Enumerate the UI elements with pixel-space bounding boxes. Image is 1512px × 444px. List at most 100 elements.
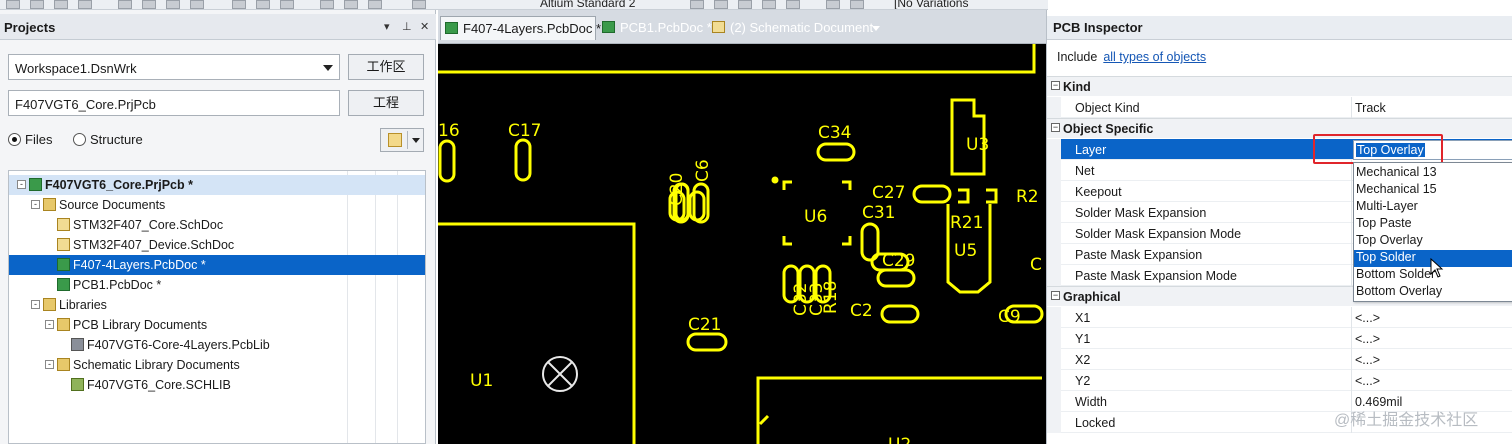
toolbar-icon[interactable] bbox=[412, 0, 426, 9]
row-gutter bbox=[1047, 160, 1061, 181]
collapse-icon[interactable]: − bbox=[1051, 123, 1060, 132]
tree-item-source-documents[interactable]: - Source Documents bbox=[9, 195, 425, 215]
tree-item-document[interactable]: PCB1.PcbDoc * bbox=[9, 275, 425, 295]
divider bbox=[1351, 202, 1352, 223]
layer-option[interactable]: Top Overlay bbox=[1354, 233, 1512, 250]
toolbar-icon[interactable] bbox=[368, 0, 382, 9]
pcb-icon bbox=[602, 21, 615, 33]
variant-combo[interactable]: Altium Standard 2 bbox=[540, 0, 635, 9]
toolbar-icon[interactable] bbox=[714, 0, 728, 9]
tree-item-label: STM32F407_Core.SchDoc bbox=[73, 218, 224, 232]
property-name: X2 bbox=[1075, 353, 1091, 367]
collapse-icon[interactable]: - bbox=[45, 360, 54, 369]
row-gutter bbox=[1047, 139, 1061, 160]
property-name: Width bbox=[1075, 395, 1107, 409]
pin-icon[interactable]: ⊥ bbox=[402, 20, 412, 33]
toolbar-icon[interactable] bbox=[280, 0, 294, 9]
row-gutter bbox=[1047, 181, 1061, 202]
designator-label: C6 bbox=[693, 159, 713, 182]
toolbar-icon[interactable] bbox=[166, 0, 180, 9]
layer-option[interactable]: Multi-Layer bbox=[1354, 199, 1512, 216]
layer-option[interactable]: Mechanical 15 bbox=[1354, 182, 1512, 199]
toolbar-icon[interactable] bbox=[54, 0, 68, 9]
property-row[interactable]: X1 <...> bbox=[1047, 307, 1512, 328]
tree-item-pcb-library-documents[interactable]: - PCB Library Documents bbox=[9, 315, 425, 335]
property-value[interactable]: <...> bbox=[1355, 374, 1380, 388]
chevron-down-icon[interactable] bbox=[872, 26, 880, 31]
toolbar-icon[interactable] bbox=[232, 0, 246, 9]
section-title: Graphical bbox=[1063, 290, 1121, 304]
tree-item-document[interactable]: F407VGT6_Core.SCHLIB bbox=[9, 375, 425, 395]
toolbar-icon[interactable] bbox=[850, 0, 864, 9]
section-title: Kind bbox=[1063, 80, 1091, 94]
toolbar-icon[interactable] bbox=[118, 0, 132, 9]
toolbar-icon[interactable] bbox=[320, 0, 334, 9]
toolbar-icon[interactable] bbox=[30, 0, 44, 9]
property-row[interactable]: Y1 <...> bbox=[1047, 328, 1512, 349]
property-row[interactable]: Y2 <...> bbox=[1047, 370, 1512, 391]
pcb-icon bbox=[57, 258, 70, 271]
layer-option[interactable]: Bottom Overlay bbox=[1354, 284, 1512, 301]
files-radio[interactable] bbox=[8, 133, 21, 146]
collapse-icon[interactable]: - bbox=[45, 320, 54, 329]
tree-item-document[interactable]: F407VGT6-Core-4Layers.PcbLib bbox=[9, 335, 425, 355]
tree-item-document[interactable]: STM32F407_Core.SchDoc bbox=[9, 215, 425, 235]
section-kind[interactable]: − Kind bbox=[1047, 76, 1512, 96]
tree-item-label: PCB1.PcbDoc * bbox=[73, 278, 162, 292]
collapse-icon[interactable]: − bbox=[1051, 81, 1060, 90]
tree-item-document-selected[interactable]: F407-4Layers.PcbDoc * bbox=[9, 255, 425, 275]
toolbar-icon[interactable] bbox=[190, 0, 204, 9]
tree-item-libraries[interactable]: - Libraries bbox=[9, 295, 425, 315]
collapse-icon[interactable]: - bbox=[31, 200, 40, 209]
project-button[interactable]: 工程 bbox=[348, 90, 424, 116]
structure-radio[interactable] bbox=[73, 133, 86, 146]
toolbar-icon[interactable] bbox=[738, 0, 752, 9]
tab-label: PCB1.PcbDoc * bbox=[620, 20, 712, 35]
toolbar-icon[interactable] bbox=[344, 0, 358, 9]
folder-icon bbox=[57, 358, 70, 371]
property-value[interactable]: <...> bbox=[1355, 353, 1380, 367]
tree-item-project[interactable]: - F407VGT6_Core.PrjPcb * bbox=[9, 175, 425, 195]
schematic-library-icon bbox=[71, 378, 84, 391]
property-row[interactable]: X2 <...> bbox=[1047, 349, 1512, 370]
tree-item-document[interactable]: STM32F407_Device.SchDoc bbox=[9, 235, 425, 255]
project-options-button[interactable] bbox=[380, 128, 424, 152]
tab-f407-4layers[interactable]: F407-4Layers.PcbDoc * bbox=[440, 16, 601, 40]
tree-item-schematic-library-documents[interactable]: - Schematic Library Documents bbox=[9, 355, 425, 375]
property-value[interactable]: <...> bbox=[1355, 311, 1380, 325]
section-title: Object Specific bbox=[1063, 122, 1154, 136]
workspace-select[interactable]: Workspace1.DsnWrk bbox=[8, 54, 340, 80]
toolbar-icon[interactable] bbox=[78, 0, 92, 9]
toolbar-icon[interactable] bbox=[256, 0, 270, 9]
property-value[interactable]: <...> bbox=[1355, 332, 1380, 346]
tab-pcb1[interactable]: PCB1.PcbDoc * bbox=[598, 16, 712, 40]
toolbar-icon[interactable] bbox=[142, 0, 156, 9]
tab-schematic-document[interactable]: (2) Schematic Document bbox=[708, 16, 888, 40]
include-link[interactable]: all types of objects bbox=[1103, 50, 1206, 64]
chevron-down-icon bbox=[323, 65, 333, 71]
pcb-pad bbox=[876, 268, 916, 288]
layer-option[interactable]: Top Paste bbox=[1354, 216, 1512, 233]
tree-item-label: STM32F407_Device.SchDoc bbox=[73, 238, 235, 252]
toolbar-icon[interactable] bbox=[762, 0, 776, 9]
panel-menu-icon[interactable]: ▾ bbox=[384, 20, 390, 33]
toolbar-icon[interactable] bbox=[826, 0, 840, 9]
project-field[interactable]: F407VGT6_Core.PrjPcb bbox=[8, 90, 340, 116]
toolbar-icon[interactable] bbox=[786, 0, 800, 9]
toolbar-icon[interactable] bbox=[690, 0, 704, 9]
workspace-button[interactable]: 工作区 bbox=[348, 54, 424, 80]
property-row[interactable]: Object Kind Track bbox=[1047, 97, 1512, 118]
layer-option[interactable]: Mechanical 13 bbox=[1354, 165, 1512, 182]
pcb-pad bbox=[692, 182, 710, 224]
collapse-icon[interactable]: − bbox=[1051, 291, 1060, 300]
divider bbox=[1351, 265, 1352, 286]
variations-combo[interactable]: [No Variations bbox=[894, 0, 968, 9]
property-value[interactable]: Track bbox=[1355, 101, 1386, 115]
close-icon[interactable]: ✕ bbox=[420, 20, 429, 33]
collapse-icon[interactable]: - bbox=[17, 180, 26, 189]
pcb-footprint bbox=[758, 414, 770, 426]
toolbar-icon[interactable] bbox=[6, 0, 20, 9]
designator-label: C20 bbox=[667, 172, 687, 206]
collapse-icon[interactable]: - bbox=[31, 300, 40, 309]
pcb-canvas[interactable]: 16 C17 C6 C20 C34 U3 U6 C27 C31 R21 U5 R… bbox=[438, 44, 1046, 444]
